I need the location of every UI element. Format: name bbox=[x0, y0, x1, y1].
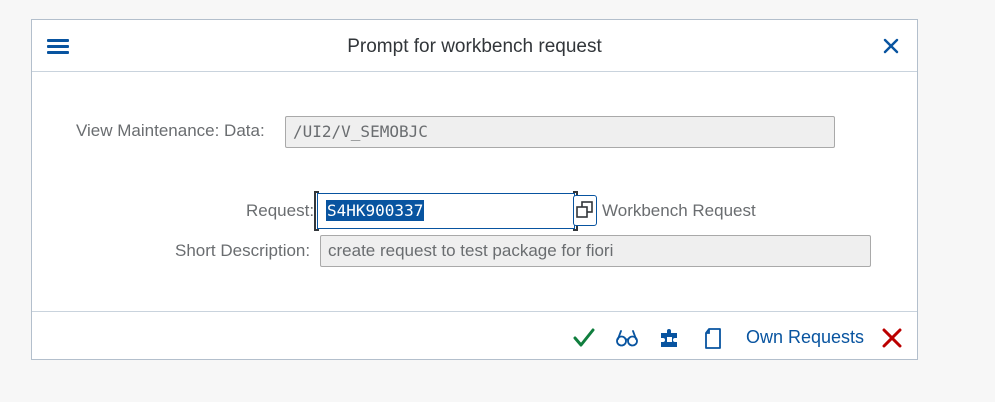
workbench-request-dialog: Prompt for workbench request View Mainte… bbox=[31, 19, 918, 360]
close-icon[interactable] bbox=[882, 37, 900, 55]
short-description-field: create request to test package for fiori bbox=[320, 235, 871, 267]
glasses-icon[interactable] bbox=[615, 326, 639, 350]
short-description-label: Short Description: bbox=[175, 241, 311, 260]
dialog-title: Prompt for workbench request bbox=[347, 36, 602, 57]
cancel-icon[interactable] bbox=[880, 326, 904, 350]
view-maintenance-field: /UI2/V_SEMOBJC bbox=[285, 116, 835, 148]
puzzle-icon[interactable] bbox=[658, 326, 682, 350]
request-type-text: Workbench Request bbox=[602, 201, 756, 220]
dialog-footer: Own Requests bbox=[32, 311, 917, 361]
checkmark-icon[interactable] bbox=[572, 326, 596, 350]
request-label: Request: bbox=[246, 201, 315, 220]
request-value: S4HK900337 bbox=[326, 200, 425, 221]
dialog-titlebar: Prompt for workbench request bbox=[32, 20, 917, 72]
own-requests-button[interactable]: Own Requests bbox=[746, 327, 864, 348]
value-help-button[interactable] bbox=[573, 195, 597, 226]
document-icon[interactable] bbox=[701, 326, 725, 350]
request-input[interactable]: S4HK900337 bbox=[314, 191, 578, 231]
view-maintenance-label: View Maintenance: Data: bbox=[76, 121, 265, 140]
value-help-icon bbox=[576, 201, 593, 218]
